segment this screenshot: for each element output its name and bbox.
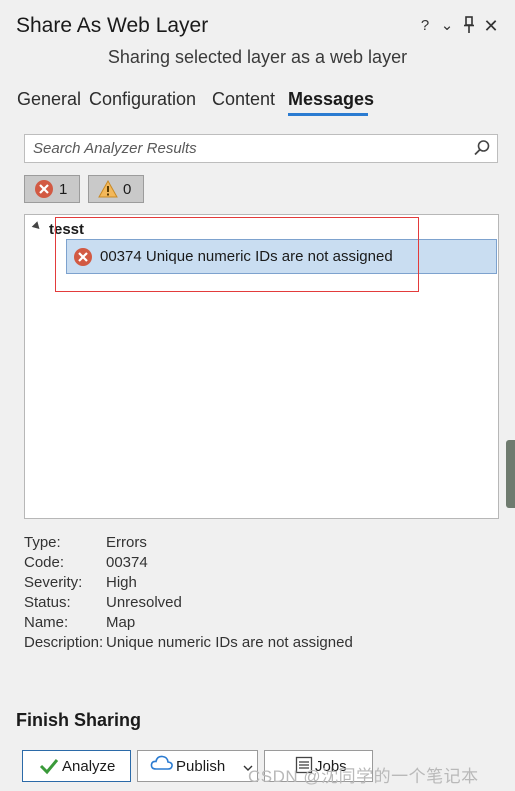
pane-title: Share As Web Layer	[16, 14, 209, 37]
close-icon[interactable]: ✕	[482, 16, 500, 36]
expand-arrow-icon[interactable]	[31, 221, 43, 232]
help-icon[interactable]: ?	[416, 16, 434, 36]
side-panel-handle[interactable]	[506, 440, 515, 508]
detail-status-label: Status:	[24, 594, 71, 611]
publish-button[interactable]: Publish	[137, 750, 258, 782]
detail-code-label: Code:	[24, 554, 65, 571]
detail-type-value: Errors	[106, 534, 147, 551]
warning-icon	[98, 179, 118, 199]
active-tab-indicator	[288, 113, 368, 116]
search-icon[interactable]	[473, 139, 491, 157]
detail-description-value: Unique numeric IDs are not assigned	[106, 634, 353, 651]
search-placeholder: Search Analyzer Results	[33, 140, 197, 157]
detail-severity-value: High	[106, 574, 137, 591]
warnings-count: 0	[123, 181, 132, 198]
watermark-text: CSDN @沈同学的一个笔记本	[248, 767, 479, 786]
annotation-highlight-box	[55, 217, 419, 292]
cloud-icon	[150, 754, 174, 776]
publish-label: Publish	[176, 758, 226, 775]
search-input[interactable]: Search Analyzer Results	[24, 134, 498, 163]
errors-count: 1	[59, 181, 68, 198]
analyze-button[interactable]: Analyze	[22, 750, 131, 782]
warnings-filter-button[interactable]: 0	[88, 175, 144, 203]
tab-messages[interactable]: Messages	[288, 89, 374, 110]
detail-description-label: Description:	[24, 634, 104, 651]
detail-type-label: Type:	[24, 534, 61, 551]
tab-content[interactable]: Content	[212, 89, 275, 110]
finish-sharing-heading: Finish Sharing	[16, 710, 142, 730]
analyze-label: Analyze	[62, 758, 116, 775]
errors-filter-button[interactable]: 1	[24, 175, 80, 203]
error-icon	[34, 179, 54, 199]
detail-name-value: Map	[106, 614, 136, 631]
pin-icon[interactable]	[460, 16, 478, 40]
detail-name-label: Name:	[24, 614, 69, 631]
checkmark-icon	[39, 757, 59, 779]
pane-subtitle: Sharing selected layer as a web layer	[107, 47, 408, 67]
detail-status-value: Unresolved	[106, 594, 182, 611]
detail-code-value: 00374	[106, 554, 148, 571]
detail-severity-label: Severity:	[24, 574, 83, 591]
tab-general[interactable]: General	[17, 89, 81, 110]
chevron-down-icon[interactable]: ⌄	[438, 16, 456, 36]
tab-configuration[interactable]: Configuration	[89, 89, 196, 110]
analyzer-results-tree[interactable]: tesst 00374 Unique numeric IDs are not a…	[24, 214, 499, 519]
